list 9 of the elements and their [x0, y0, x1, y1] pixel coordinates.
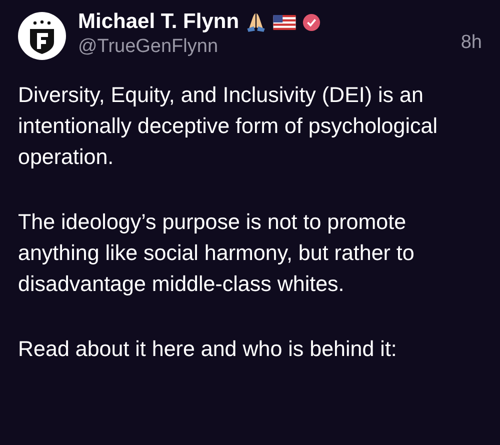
post-paragraph: Read about it here and who is behind it:: [18, 336, 398, 363]
post-paragraph: The ideology’s purpose is not to promote anything like social harmony, but rather to disadvantage middle-class whites.: [18, 209, 416, 298]
post-time: 8h: [460, 32, 482, 54]
user-handle[interactable]: @TrueGenFlynn: [78, 36, 449, 58]
author-name[interactable]: Michael T. Flynn: [78, 10, 240, 34]
praying-hands-icon: [245, 11, 268, 33]
avatar-icon[interactable]: [18, 12, 66, 60]
flag-icon: [273, 14, 296, 30]
post-paragraph: Diversity, Equity, and Inclusivity (DEI) is an intentionally deceptive form of psychological operation.: [18, 82, 438, 171]
